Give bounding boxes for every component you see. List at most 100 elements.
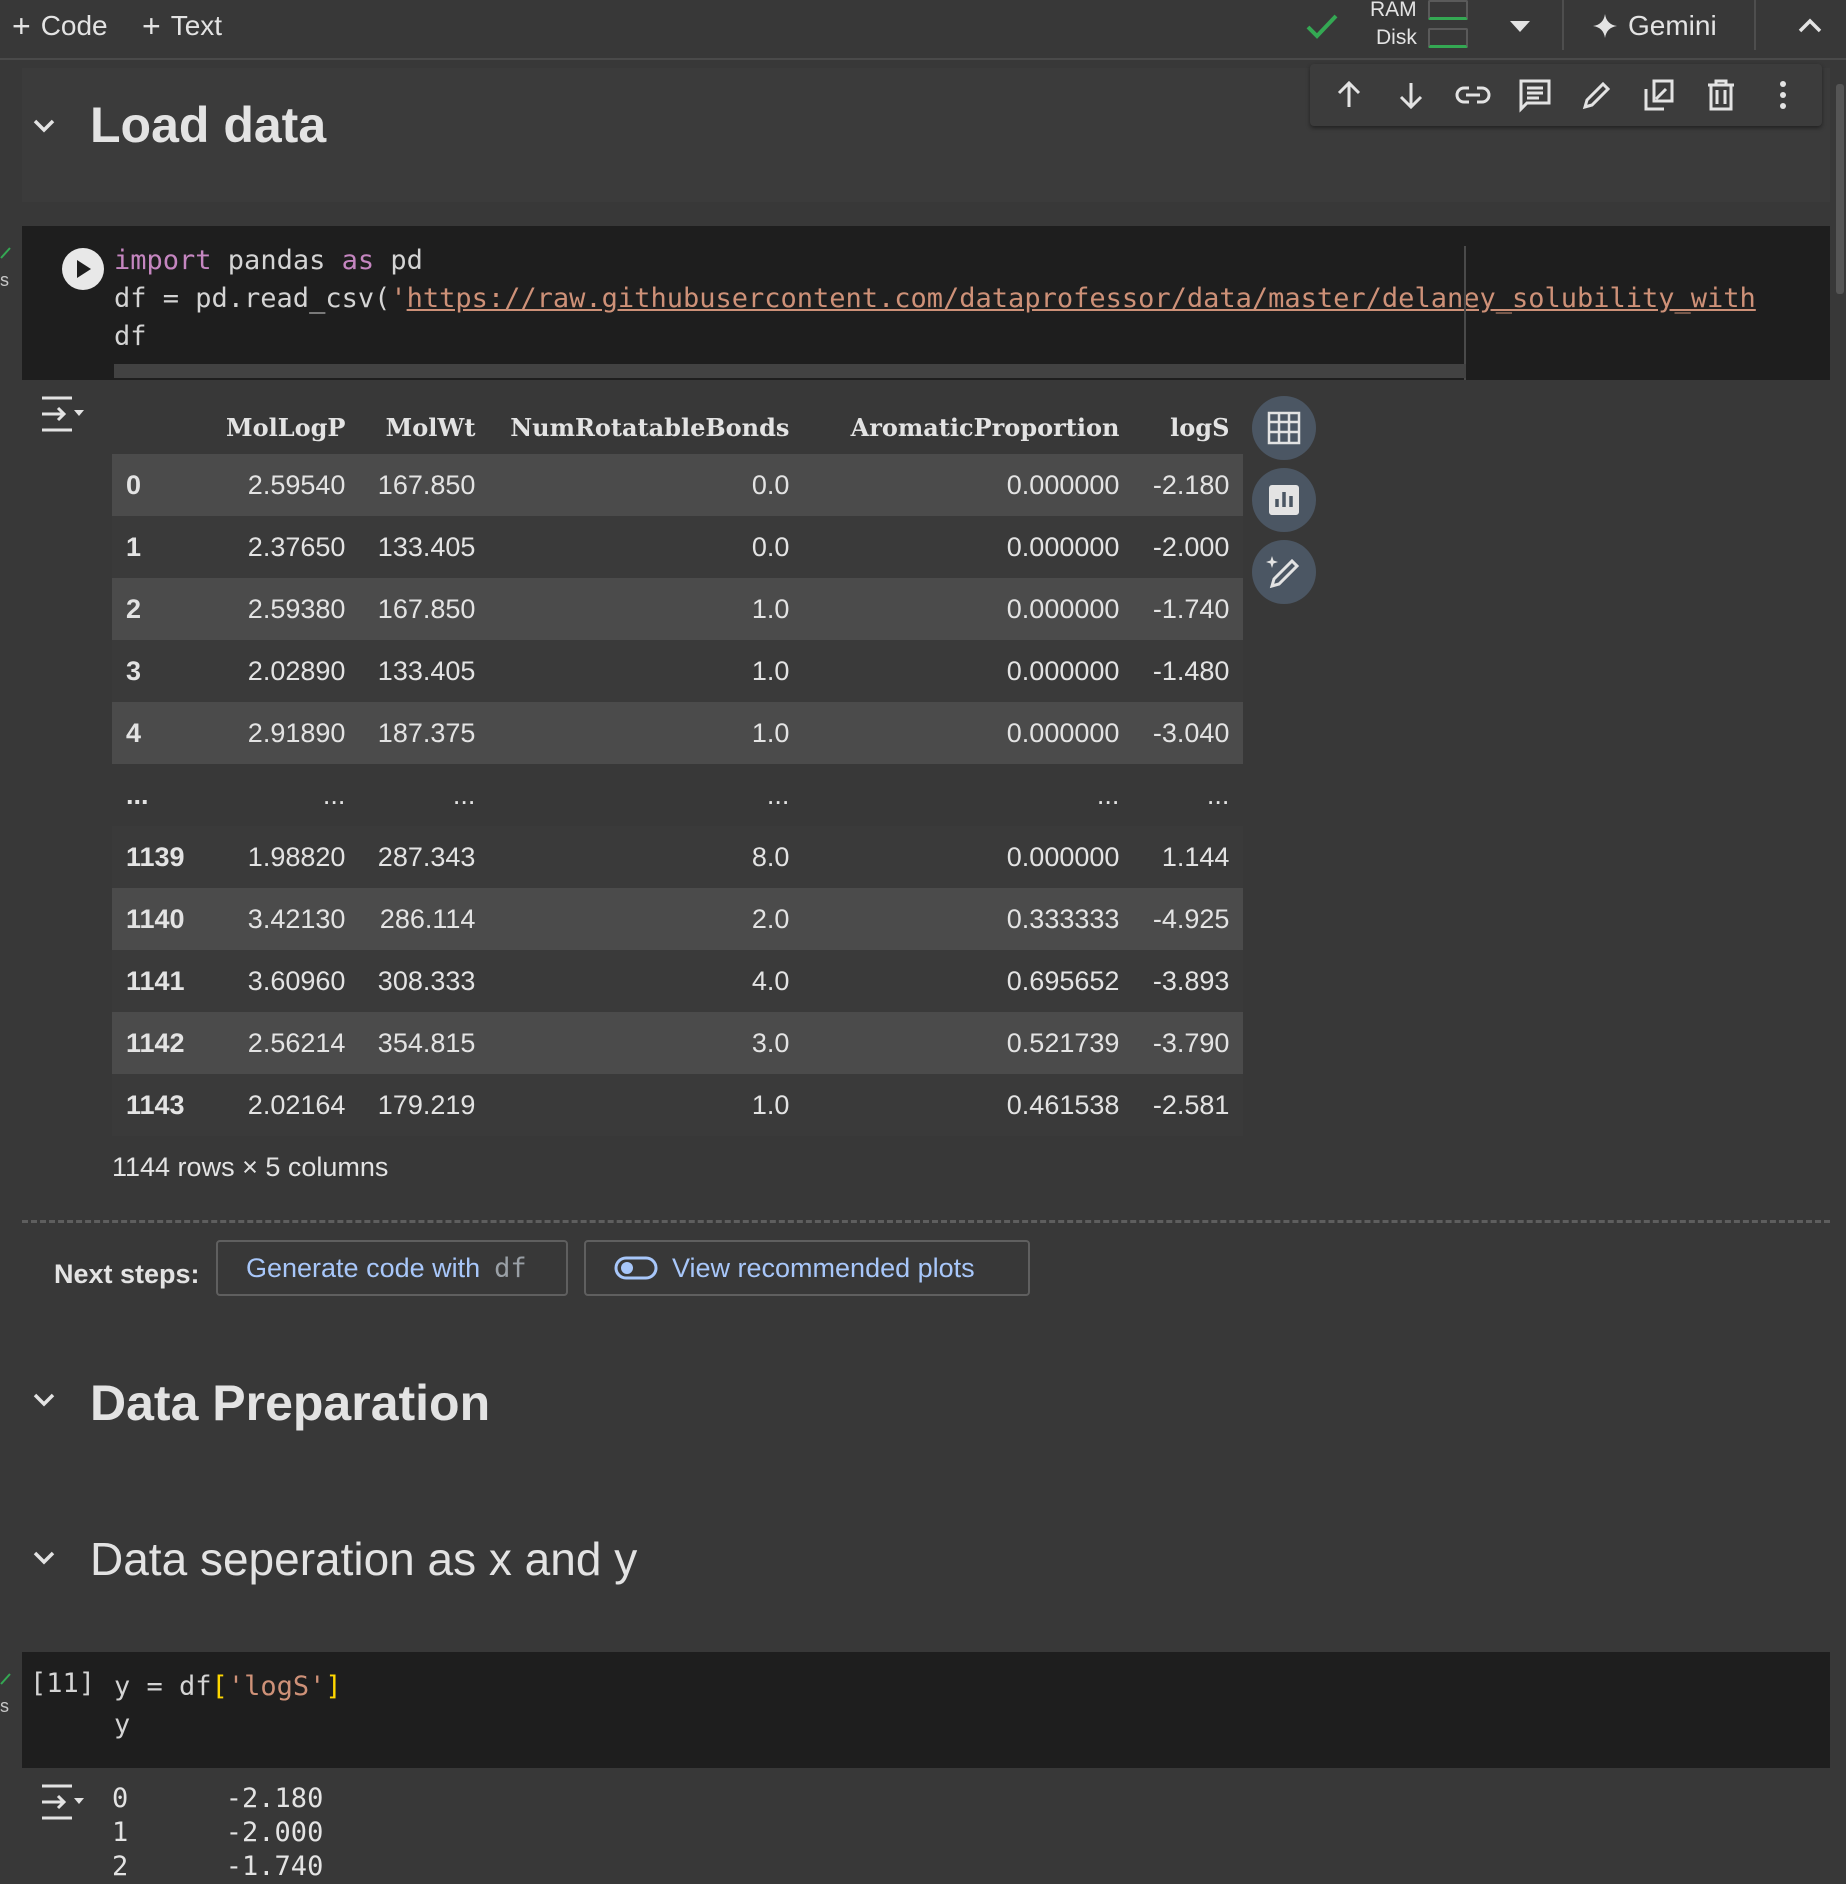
chevron-down-icon[interactable] <box>26 1382 62 1418</box>
csv-url-link[interactable]: https://raw.githubusercontent.com/datapr… <box>407 283 1756 314</box>
code-editor[interactable]: y = df['logS'] y <box>114 1668 342 1744</box>
execution-count[interactable]: [11] <box>30 1668 95 1699</box>
table-cell: 0.333333 <box>803 888 1134 950</box>
ram-usage-bar <box>1428 0 1468 20</box>
series-output: 0 -2.180 1 -2.000 2 -1.740 <box>112 1782 323 1884</box>
table-cell: 2.02890 <box>212 640 360 702</box>
text-cell-data-separation[interactable]: Data seperation as x and y <box>22 1506 1830 1606</box>
table-cell: 308.333 <box>359 950 490 1012</box>
table-cell: 2.56214 <box>212 1012 360 1074</box>
code-token: pandas <box>211 245 342 276</box>
row-index-cell: 1141 <box>112 950 212 1012</box>
chevron-up-icon[interactable] <box>1790 8 1830 44</box>
comment-icon <box>1519 79 1551 113</box>
series-line: 2 -1.740 <box>112 1851 324 1882</box>
table-cell: 0.000000 <box>803 454 1134 516</box>
ram-label: RAM <box>1370 0 1417 21</box>
table-cell: 133.405 <box>359 640 490 702</box>
table-cell: 1.0 <box>489 640 804 702</box>
text-cell-data-preparation[interactable]: Data Preparation <box>22 1344 1830 1454</box>
convert-to-interactive-table-button[interactable] <box>1252 396 1316 460</box>
code-cell-load[interactable]: import pandas as pd df = pd.read_csv('ht… <box>22 226 1830 380</box>
chevron-down-icon[interactable] <box>26 1540 62 1576</box>
code-token: as <box>341 245 375 276</box>
row-index-cell: 3 <box>112 640 212 702</box>
column-header[interactable]: NumRotatableBonds <box>489 400 803 454</box>
column-header[interactable]: AromaticProportion <box>803 400 1133 454</box>
suggest-charts-button[interactable] <box>1252 468 1316 532</box>
table-row: 1139 1.98820 287.343 8.0 0.000000 1.144 <box>112 826 1244 888</box>
chevron-down-icon[interactable] <box>26 108 62 144</box>
row-index-cell: 4 <box>112 702 212 764</box>
generate-code-with-df-button[interactable]: Generate code with df <box>216 1240 568 1296</box>
view-recommended-plots-button[interactable]: View recommended plots <box>584 1240 1030 1296</box>
arrow-up-icon <box>1337 80 1361 107</box>
add-code-button[interactable]: + Code <box>12 6 108 46</box>
table-cell: 0.000000 <box>803 516 1134 578</box>
mirror-cell-button[interactable] <box>1637 73 1681 117</box>
table-cell: 2.37650 <box>212 516 360 578</box>
run-cell-button[interactable] <box>62 248 104 290</box>
table-cell: 1.0 <box>489 1074 804 1136</box>
series-line: 0 -2.180 <box>112 1783 324 1814</box>
notebook-scrollbar[interactable] <box>1836 84 1844 294</box>
table-row: 3 2.02890 133.405 1.0 0.000000 -1.480 <box>112 640 1244 702</box>
code-token: y <box>114 1709 131 1740</box>
resource-monitor[interactable]: RAM Disk <box>1368 0 1472 54</box>
copy-link-button[interactable] <box>1451 73 1495 117</box>
column-header[interactable]: MolLogP <box>212 400 359 454</box>
table-cell: 0.521739 <box>803 1012 1134 1074</box>
table-icon <box>1267 411 1301 445</box>
table-row: 2 2.59380 167.850 1.0 0.000000 -1.740 <box>112 578 1244 640</box>
move-cell-up-button[interactable] <box>1327 73 1371 117</box>
disk-usage-bar <box>1428 28 1468 48</box>
add-comment-button[interactable] <box>1513 73 1557 117</box>
gemini-button[interactable]: Gemini <box>1592 6 1717 46</box>
generate-code-button[interactable] <box>1252 540 1316 604</box>
table-row: 1140 3.42130 286.114 2.0 0.333333 -4.925 <box>112 888 1244 950</box>
series-line: 1 -2.000 <box>112 1817 324 1848</box>
output-actions-icon[interactable] <box>40 1782 86 1822</box>
output-actions-icon[interactable] <box>40 394 86 434</box>
ruler-line <box>1464 246 1466 380</box>
move-cell-down-button[interactable] <box>1389 73 1433 117</box>
more-actions-button[interactable] <box>1761 73 1805 117</box>
sparkle-icon <box>1593 14 1617 38</box>
table-cell: 287.343 <box>359 826 490 888</box>
code-cell-y[interactable]: [11] y = df['logS'] y <box>22 1652 1830 1768</box>
table-cell: 0.000000 <box>803 826 1134 888</box>
exec-time-mark: s <box>0 1696 9 1716</box>
delete-cell-button[interactable] <box>1699 73 1743 117</box>
table-cell: 3.42130 <box>212 888 360 950</box>
code-token: 'logS' <box>227 1671 326 1702</box>
row-index-cell: 1142 <box>112 1012 212 1074</box>
column-header[interactable]: logS <box>1133 400 1243 454</box>
connected-check-icon <box>1306 14 1338 39</box>
code-token: ] <box>325 1671 342 1702</box>
table-cell: 286.114 <box>359 888 490 950</box>
code-editor[interactable]: import pandas as pd df = pd.read_csv('ht… <box>114 242 1756 356</box>
arrow-down-icon <box>1399 83 1423 110</box>
column-header[interactable]: MolWt <box>359 400 489 454</box>
disk-label: Disk <box>1376 26 1417 49</box>
output-divider <box>22 1220 1830 1223</box>
notebook-toolbar: + Code + Text RAM Disk Gemini <box>0 0 1846 60</box>
row-index-cell: 1140 <box>112 888 212 950</box>
table-cell: 0.0 <box>489 516 804 578</box>
code-horizontal-scrollbar[interactable] <box>114 364 1466 378</box>
exec-time-mark: s <box>0 270 9 290</box>
table-row: 1142 2.56214 354.815 3.0 0.521739 -3.790 <box>112 1012 1244 1074</box>
add-text-button[interactable]: + Text <box>142 6 222 46</box>
table-cell: ... <box>803 764 1134 826</box>
cell-action-toolbar <box>1310 64 1822 126</box>
table-cell: ... <box>212 764 360 826</box>
toolbar-divider <box>1754 0 1756 50</box>
table-cell: 2.59380 <box>212 578 360 640</box>
gemini-label: Gemini <box>1628 10 1717 41</box>
add-code-label: Code <box>40 10 108 41</box>
table-cell: -2.180 <box>1133 454 1244 516</box>
caret-down-icon[interactable] <box>1500 10 1540 42</box>
edit-cell-button[interactable] <box>1575 73 1619 117</box>
toggle-icon <box>614 1256 658 1280</box>
table-cell: 0.000000 <box>803 640 1134 702</box>
